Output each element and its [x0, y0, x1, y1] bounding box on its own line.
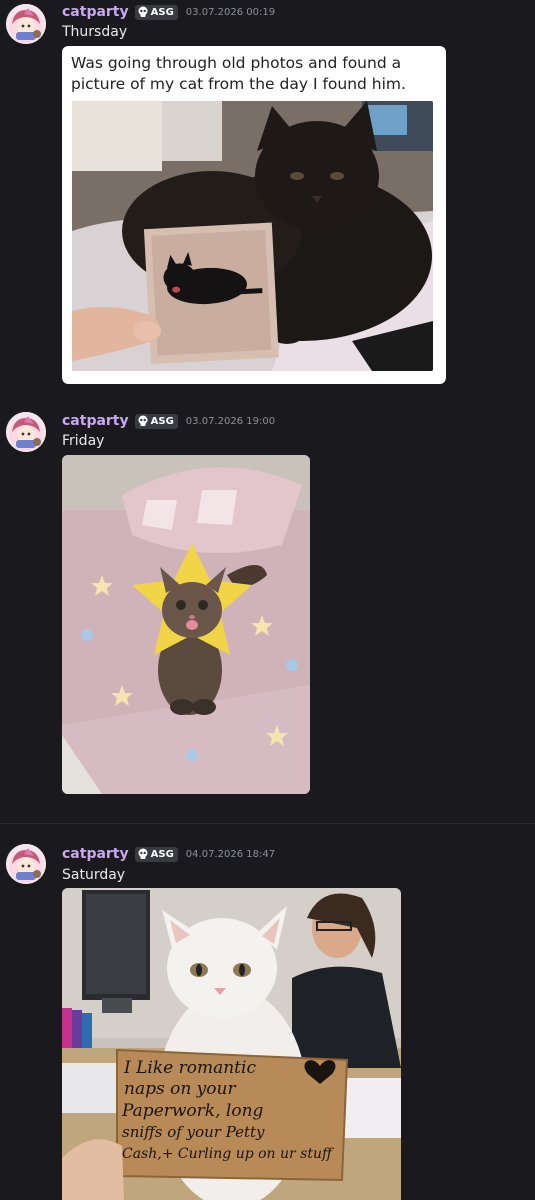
skull-icon [138, 415, 148, 426]
username[interactable]: catparty [62, 4, 129, 20]
sign-line-4: sniffs of your Petty [122, 1123, 265, 1141]
guild-tag[interactable]: ASG [134, 846, 178, 862]
avatar-icon [6, 4, 46, 44]
sign-line-1: I Like romantic [123, 1058, 256, 1078]
message-text: Saturday [62, 867, 126, 883]
message-header: catparty ASG 03.07.2026 19:00 [62, 413, 275, 429]
skull-icon [138, 848, 148, 859]
avatar[interactable] [6, 4, 46, 44]
skull-icon [138, 6, 148, 17]
timestamp[interactable]: 03.07.2026 00:19 [186, 7, 275, 18]
username[interactable]: catparty [62, 413, 129, 429]
message-1: catparty ASG 03.07.2026 00:19 Thursday W… [0, 0, 535, 395]
avatar-icon [6, 844, 46, 884]
message-divider [0, 823, 535, 824]
message-header: catparty ASG 03.07.2026 00:19 [62, 4, 275, 20]
timestamp[interactable]: 03.07.2026 19:00 [186, 416, 275, 427]
image-attachment[interactable]: Was going through old photos and found a… [62, 46, 446, 384]
sign-line-3: Paperwork, long [121, 1101, 264, 1121]
guild-tag[interactable]: ASG [134, 4, 178, 20]
image-attachment[interactable]: I Like romantic naps on your Paperwork, … [62, 888, 401, 1200]
star-costume-cat-photo [62, 455, 310, 794]
guild-tag[interactable]: ASG [134, 413, 178, 429]
guild-tag-label: ASG [150, 415, 174, 427]
message-text: Thursday [62, 24, 128, 40]
message-3: catparty ASG 04.07.2026 18:47 Saturday I… [0, 838, 535, 1200]
message-header: catparty ASG 04.07.2026 18:47 [62, 846, 275, 862]
black-cat-photo [72, 101, 433, 371]
message-2: catparty ASG 03.07.2026 19:00 Friday [0, 405, 535, 805]
guild-tag-label: ASG [150, 848, 174, 860]
image-attachment[interactable] [62, 455, 310, 794]
avatar[interactable] [6, 412, 46, 452]
timestamp[interactable]: 04.07.2026 18:47 [186, 849, 275, 860]
avatar[interactable] [6, 844, 46, 884]
meme-caption: Was going through old photos and found a… [71, 54, 406, 93]
sign-line-5: Cash,+ Curling up on ur stuff [122, 1146, 334, 1162]
sign-line-2: naps on your [124, 1079, 236, 1099]
meme-card: Was going through old photos and found a… [62, 46, 446, 384]
white-cat-sign-photo: I Like romantic naps on your Paperwork, … [62, 888, 401, 1200]
message-text: Friday [62, 433, 105, 449]
username[interactable]: catparty [62, 846, 129, 862]
avatar-icon [6, 412, 46, 452]
guild-tag-label: ASG [150, 6, 174, 18]
meme-photo [72, 101, 433, 371]
chat-log: catparty ASG 03.07.2026 00:19 Thursday W… [0, 0, 535, 1200]
